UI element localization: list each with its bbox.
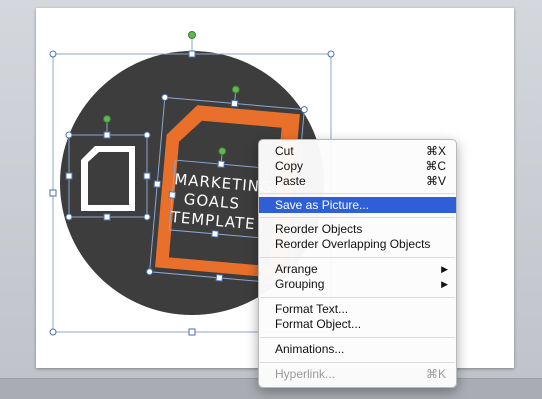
resize-handle[interactable] — [49, 50, 57, 58]
menu-item-animations[interactable]: Animations... — [259, 342, 456, 357]
menu-separator — [260, 362, 455, 363]
resize-handle[interactable] — [327, 50, 335, 58]
menu-separator — [260, 337, 455, 338]
resize-handle[interactable] — [49, 328, 57, 336]
rotation-handle[interactable] — [103, 115, 111, 123]
menu-item-format-object[interactable]: Format Object... — [259, 317, 456, 332]
menu-item-reorder-overlapping[interactable]: Reorder Overlapping Objects — [259, 237, 456, 252]
rotation-handle[interactable] — [231, 85, 240, 94]
menu-separator — [260, 217, 455, 218]
rotation-handle[interactable] — [188, 31, 196, 39]
triangle-right-icon: ▶ — [441, 264, 448, 274]
shortcut-label: ⌘C — [425, 159, 446, 173]
menu-item-hyperlink: Hyperlink... ⌘K — [275, 367, 446, 381]
menu-separator — [260, 297, 455, 298]
context-menu: Cut ⌘X Copy ⌘C Paste ⌘V Save as Picture.… — [258, 139, 457, 388]
menu-separator — [260, 193, 455, 194]
menu-item-grouping[interactable]: Grouping ▶ — [259, 277, 456, 292]
shortcut-label: ⌘V — [425, 174, 446, 188]
menu-separator — [260, 257, 455, 258]
menu-item-format-text[interactable]: Format Text... — [259, 302, 456, 317]
resize-handle[interactable] — [188, 50, 196, 58]
menu-item-copy[interactable]: Copy ⌘C — [259, 159, 456, 174]
menu-item-save-as-picture[interactable]: Save as Picture... — [259, 197, 456, 213]
shortcut-label: ⌘X — [425, 144, 446, 158]
menu-item-arrange[interactable]: Arrange ▶ — [259, 262, 456, 277]
menu-item-paste[interactable]: Paste ⌘V — [259, 174, 456, 189]
triangle-right-icon: ▶ — [441, 279, 448, 289]
shortcut-label: ⌘K — [425, 367, 446, 381]
resize-handle[interactable] — [188, 328, 196, 336]
menu-item-reorder-objects[interactable]: Reorder Objects — [259, 222, 456, 237]
resize-handle[interactable] — [103, 131, 111, 139]
menu-item-cut[interactable]: Cut ⌘X — [259, 144, 456, 159]
rotation-handle[interactable] — [218, 147, 227, 156]
resize-handle[interactable] — [49, 189, 57, 197]
